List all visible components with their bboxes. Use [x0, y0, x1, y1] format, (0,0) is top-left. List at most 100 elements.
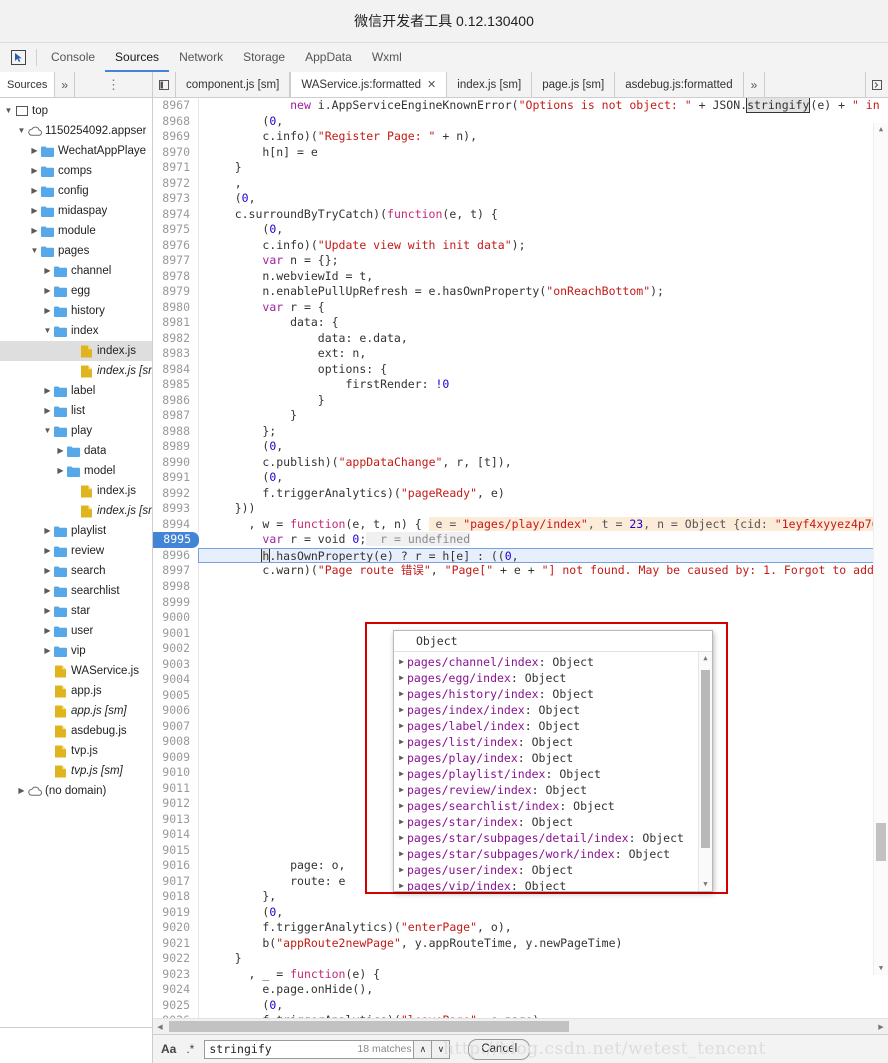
code-line[interactable]: 8969 c.info)("Register Page: " + n),: [153, 129, 888, 145]
tree-item-index-js[interactable]: index.js: [0, 481, 152, 501]
line-number[interactable]: 9001: [153, 625, 199, 642]
tree-item-waservice-js[interactable]: WAService.js: [0, 661, 152, 681]
tree-item-search[interactable]: ▶ search: [0, 561, 152, 581]
chevron-right-icon[interactable]: ▶: [42, 561, 53, 581]
code-line[interactable]: 9023 , _ = function(e) {: [153, 966, 888, 983]
editor-vertical-scrollbar[interactable]: ▲ ▼: [873, 123, 888, 975]
code-line[interactable]: 8983 ext: n,: [153, 346, 888, 362]
line-number[interactable]: 8998: [153, 578, 199, 595]
chevron-right-icon[interactable]: ▶: [396, 734, 407, 750]
scrollbar-thumb[interactable]: [701, 670, 710, 848]
line-number[interactable]: 8978: [153, 268, 199, 285]
object-property-row[interactable]: ▶ pages/playlist/index: Object: [396, 766, 698, 782]
chevron-down-icon[interactable]: ▼: [29, 241, 40, 261]
chevron-right-icon[interactable]: ▶: [396, 878, 407, 891]
line-number[interactable]: 9014: [153, 827, 199, 843]
chevron-right-icon[interactable]: ▶: [396, 814, 407, 830]
object-property-row[interactable]: ▶ pages/searchlist/index: Object: [396, 798, 698, 814]
line-number[interactable]: 8992: [153, 485, 199, 502]
line-number[interactable]: 9021: [153, 935, 199, 952]
line-number[interactable]: 8970: [153, 144, 199, 161]
chevron-right-icon[interactable]: ▶: [42, 541, 53, 561]
line-number[interactable]: 8988: [153, 423, 199, 440]
code-line[interactable]: 9021 b("appRoute2newPage", y.appRouteTim…: [153, 935, 888, 952]
tab-sources[interactable]: Sources: [0, 72, 56, 97]
line-number[interactable]: 8994: [153, 516, 199, 533]
tree-item-asdebug-js[interactable]: asdebug.js: [0, 721, 152, 741]
scroll-up-icon[interactable]: ▲: [699, 652, 712, 665]
line-number[interactable]: 9005: [153, 687, 199, 704]
code-line[interactable]: 8996 h.hasOwnProperty(e) ? r = h[e] : ((…: [153, 547, 888, 564]
code-line[interactable]: 9019 (0,: [153, 904, 888, 921]
hscroll-right-icon[interactable]: ▶: [874, 1023, 888, 1031]
line-number[interactable]: 8987: [153, 408, 199, 424]
tree-item-index-js-sm[interactable]: index.js [sm]: [0, 361, 152, 381]
line-number[interactable]: 9000: [153, 610, 199, 626]
object-property-row[interactable]: ▶ pages/star/index: Object: [396, 814, 698, 830]
editor-horizontal-scrollbar[interactable]: ◀ ▶: [153, 1018, 888, 1034]
tree-item-vip[interactable]: ▶ vip: [0, 641, 152, 661]
line-number[interactable]: 9004: [153, 672, 199, 688]
tree-item-index-js[interactable]: index.js: [0, 341, 152, 361]
chevron-right-icon[interactable]: ▶: [396, 686, 407, 702]
hscroll-thumb[interactable]: [169, 1021, 569, 1032]
tree-item-module[interactable]: ▶ module: [0, 221, 152, 241]
line-number[interactable]: 8999: [153, 594, 199, 611]
code-line[interactable]: 8982 data: e.data,: [153, 330, 888, 347]
chevron-right-icon[interactable]: ▶: [42, 641, 53, 661]
code-line[interactable]: 8980 var r = {: [153, 299, 888, 316]
chevron-down-icon[interactable]: ▼: [42, 321, 53, 341]
tree-item-1150254092-appser[interactable]: ▼ 1150254092.appser: [0, 121, 152, 141]
code-line[interactable]: 8968 (0,: [153, 113, 888, 130]
chevron-right-icon[interactable]: ▶: [42, 621, 53, 641]
tree-item-review[interactable]: ▶ review: [0, 541, 152, 561]
tree-item-comps[interactable]: ▶ comps: [0, 161, 152, 181]
chevron-right-icon[interactable]: ▶: [396, 718, 407, 734]
line-number[interactable]: 8981: [153, 315, 199, 331]
line-number[interactable]: 9010: [153, 765, 199, 781]
line-number[interactable]: 9008: [153, 734, 199, 750]
line-number[interactable]: 8980: [153, 299, 199, 316]
code-line[interactable]: 8995 var r = void 0; r = undefined: [153, 532, 888, 548]
navigator-more-button[interactable]: »: [55, 72, 76, 97]
close-icon[interactable]: ✕: [427, 78, 436, 91]
line-number[interactable]: 8975: [153, 222, 199, 238]
line-number[interactable]: 9011: [153, 780, 199, 797]
chevron-right-icon[interactable]: ▶: [42, 281, 53, 301]
scroll-down-icon[interactable]: ▼: [699, 878, 712, 891]
line-number[interactable]: 9015: [153, 842, 199, 859]
popup-scrollbar[interactable]: ▲ ▼: [698, 652, 712, 891]
line-number[interactable]: 9003: [153, 656, 199, 673]
line-number[interactable]: 8997: [153, 563, 199, 579]
devtools-tab-sources[interactable]: Sources: [105, 43, 170, 72]
tree-item-index[interactable]: ▼ index: [0, 321, 152, 341]
tree-item-data[interactable]: ▶ data: [0, 441, 152, 461]
devtools-tab-console[interactable]: Console: [41, 43, 105, 72]
tree-item-model[interactable]: ▶ model: [0, 461, 152, 481]
line-number[interactable]: 8968: [153, 113, 199, 130]
chevron-right-icon[interactable]: ▶: [42, 521, 53, 541]
code-line[interactable]: 8979 n.enablePullUpRefresh = e.hasOwnPro…: [153, 284, 888, 300]
line-number[interactable]: 8982: [153, 330, 199, 347]
line-number[interactable]: 9023: [153, 966, 199, 983]
line-number[interactable]: 8986: [153, 392, 199, 409]
inspect-element-icon[interactable]: [4, 43, 32, 72]
line-number[interactable]: 8993: [153, 501, 199, 517]
tree-item-egg[interactable]: ▶ egg: [0, 281, 152, 301]
line-number[interactable]: 9024: [153, 982, 199, 998]
chevron-right-icon[interactable]: ▶: [396, 766, 407, 782]
line-number[interactable]: 8971: [153, 160, 199, 176]
chevron-right-icon[interactable]: ▶: [396, 782, 407, 798]
line-number[interactable]: 9007: [153, 718, 199, 735]
panel-right-icon[interactable]: [865, 72, 888, 97]
chevron-right-icon[interactable]: ▶: [42, 301, 53, 321]
tree-item-history[interactable]: ▶ history: [0, 301, 152, 321]
code-line[interactable]: 8970 h[n] = e: [153, 144, 888, 161]
chevron-right-icon[interactable]: ▶: [42, 401, 53, 421]
code-line[interactable]: 9000: [153, 610, 888, 626]
find-input-wrapper[interactable]: 18 matches: [204, 1039, 415, 1059]
code-line[interactable]: 8992 f.triggerAnalytics)("pageReady", e): [153, 485, 888, 502]
code-line[interactable]: 8994 , w = function(e, t, n) { e = "page…: [153, 516, 888, 533]
find-input[interactable]: [209, 1042, 358, 1056]
code-line[interactable]: 9024 e.page.onHide(),: [153, 982, 888, 998]
